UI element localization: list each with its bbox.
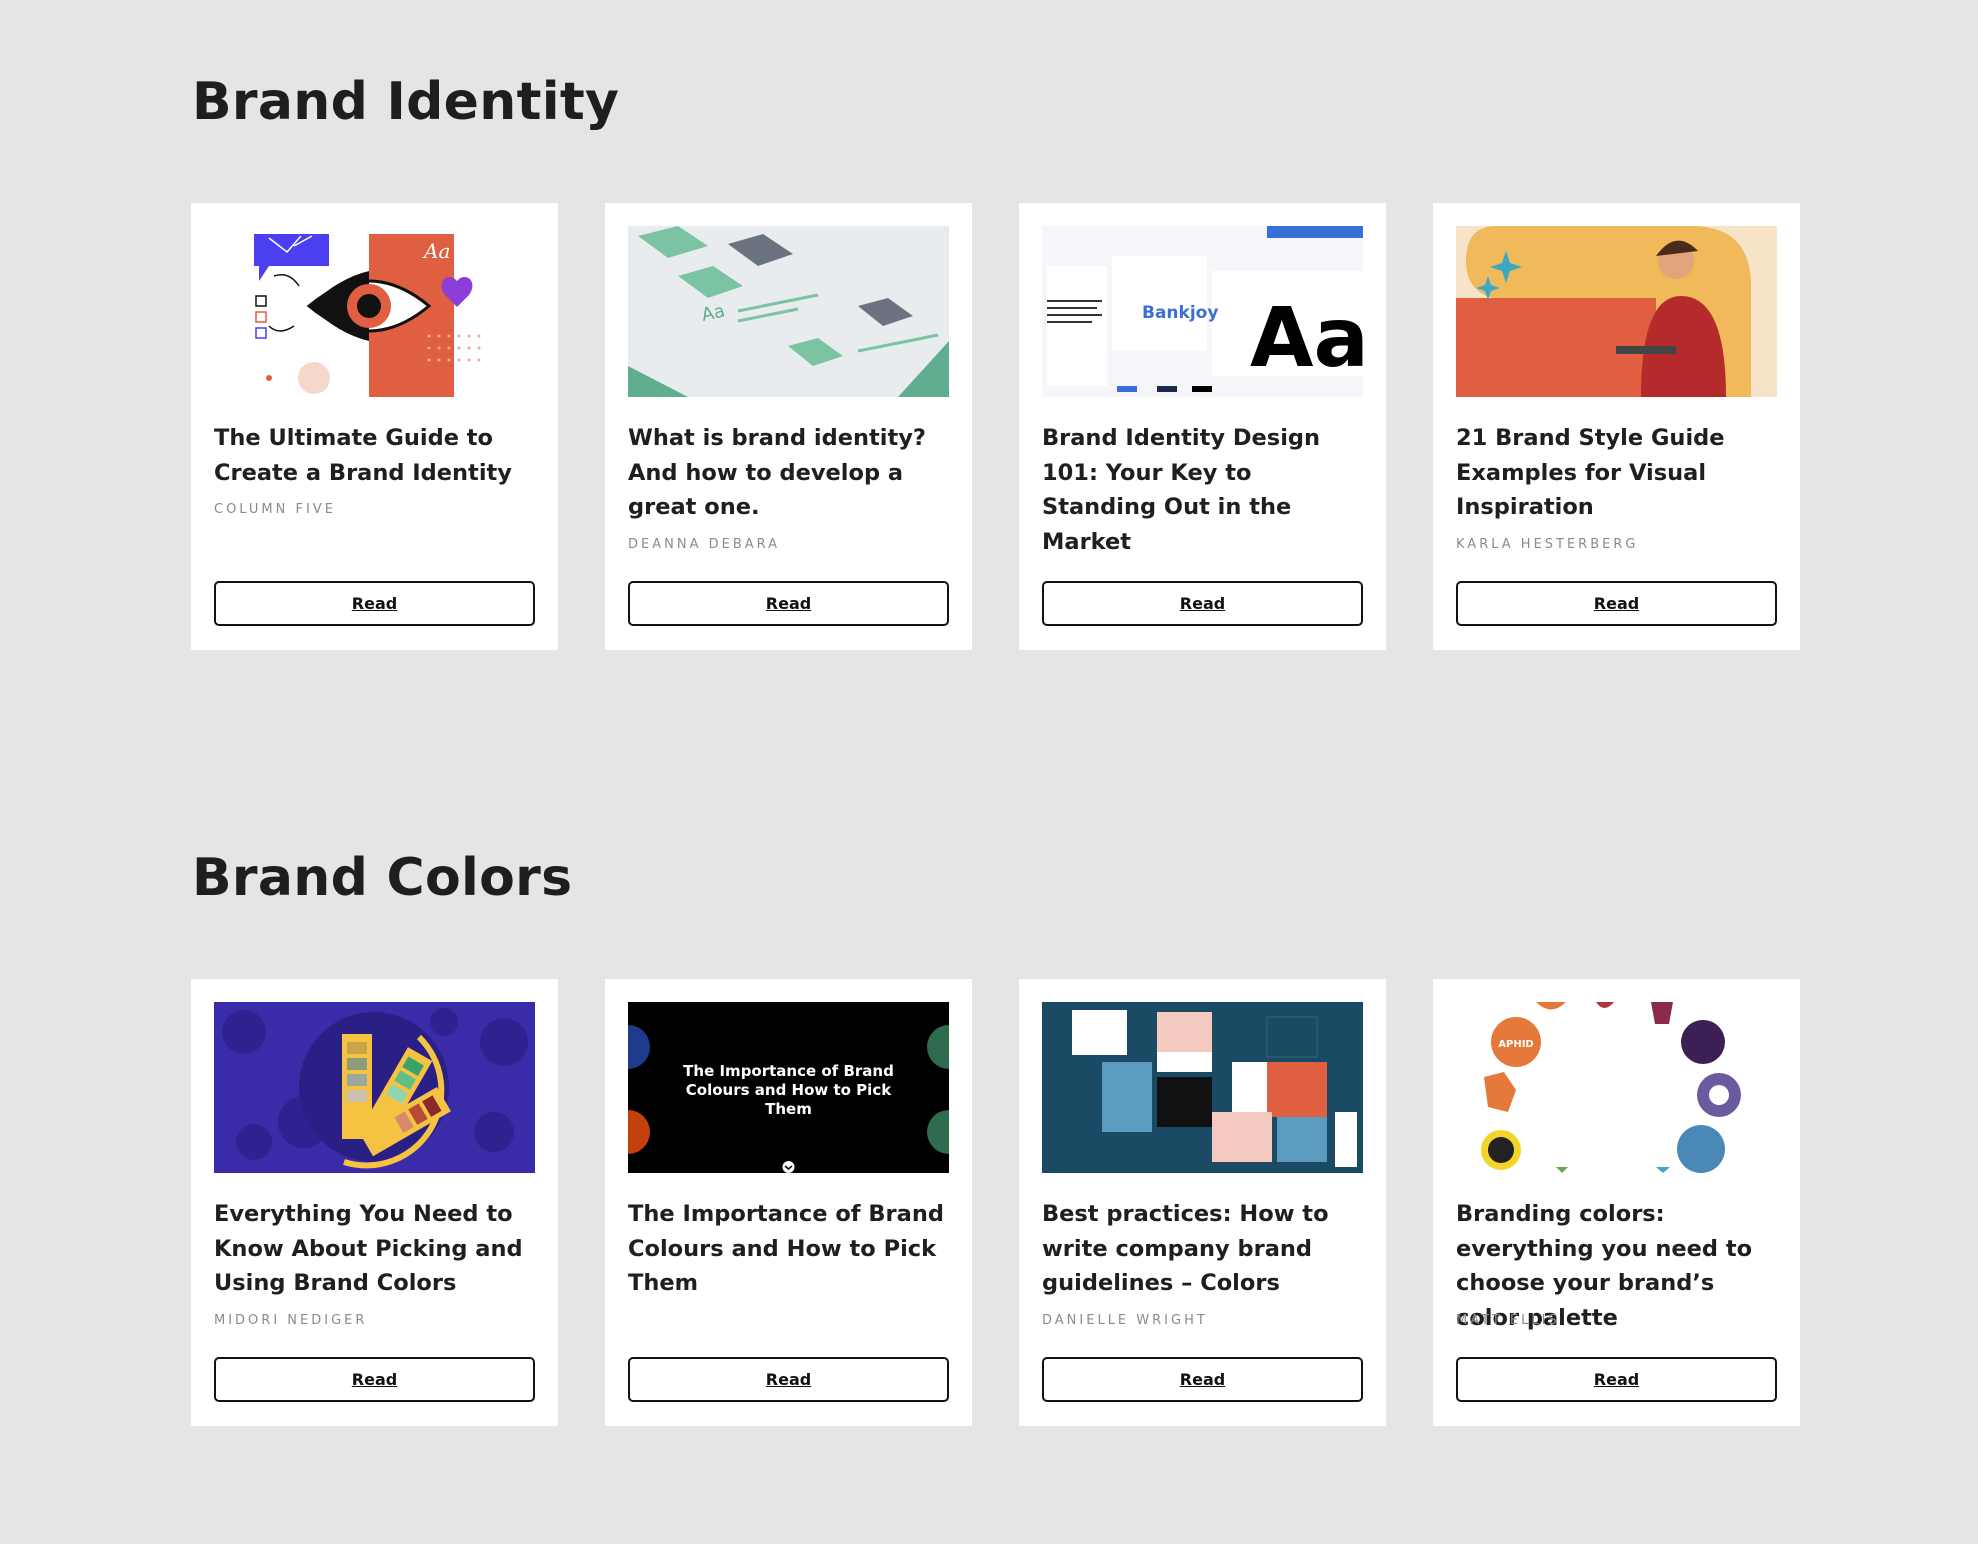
read-button[interactable]: Read [1456, 1357, 1777, 1402]
article-title[interactable]: Best practices: How to write company bra… [1042, 1197, 1367, 1301]
article-card[interactable]: APHID Branding colors: everything you ne… [1433, 979, 1800, 1426]
article-thumbnail[interactable] [1456, 226, 1777, 397]
article-author: COLUMN FIVE [214, 502, 336, 517]
article-title[interactable]: The Importance of Brand Colours and How … [628, 1197, 953, 1301]
svg-text:Them: Them [765, 1100, 812, 1118]
section-title-brand-identity: Brand Identity [192, 72, 620, 132]
brand-cards-icon [1042, 1002, 1363, 1173]
article-card[interactable]: Aa The Ultimate Guide to Create a Brand … [191, 203, 558, 650]
eye-illustration-icon: Aa [214, 226, 535, 397]
svg-text:Colours and How to Pick: Colours and How to Pick [686, 1081, 892, 1099]
bankjoy-guide-icon: Bankjoy Aa [1042, 226, 1363, 397]
article-thumbnail[interactable] [1042, 1002, 1363, 1173]
svg-text:Bankjoy: Bankjoy [1142, 303, 1218, 323]
read-button[interactable]: Read [214, 1357, 535, 1402]
svg-text:Aa: Aa [1250, 291, 1363, 386]
article-card[interactable]: The Importance of Brand Colours and How … [605, 979, 972, 1426]
article-title[interactable]: What is brand identity? And how to devel… [628, 421, 953, 525]
article-author: MATT ELLIS [1456, 1313, 1560, 1328]
svg-text:The Importance of Brand: The Importance of Brand [683, 1062, 894, 1080]
article-thumbnail[interactable]: Bankjoy Aa [1042, 226, 1363, 397]
read-button[interactable]: Read [214, 581, 535, 626]
designer-illustration-icon [1456, 226, 1777, 397]
article-card[interactable]: Aa What is brand identity? And how to de… [605, 203, 972, 650]
color-swatch-fan-icon [214, 1002, 535, 1173]
article-card[interactable]: 21 Brand Style Guide Examples for Visual… [1433, 203, 1800, 650]
article-author: KARLA HESTERBERG [1456, 537, 1639, 552]
article-thumbnail[interactable]: Aa [628, 226, 949, 397]
article-title[interactable]: 21 Brand Style Guide Examples for Visual… [1456, 421, 1781, 525]
brand-guide-paper-icon: Aa [628, 226, 949, 397]
read-button[interactable]: Read [1456, 581, 1777, 626]
article-card[interactable]: Best practices: How to write company bra… [1019, 979, 1386, 1426]
article-title[interactable]: Everything You Need to Know About Pickin… [214, 1197, 539, 1301]
article-thumbnail[interactable]: The Importance of Brand Colours and How … [628, 1002, 949, 1173]
article-thumbnail[interactable] [214, 1002, 535, 1173]
read-button[interactable]: Read [628, 581, 949, 626]
read-button[interactable]: Read [628, 1357, 949, 1402]
brand-colors-grid: Everything You Need to Know About Pickin… [191, 979, 1800, 1426]
section-title-brand-colors: Brand Colors [192, 848, 573, 908]
video-thumbnail-icon: The Importance of Brand Colours and How … [628, 1002, 949, 1173]
read-button[interactable]: Read [1042, 581, 1363, 626]
article-card[interactable]: Bankjoy Aa Brand Identity Design 101: Yo… [1019, 203, 1386, 650]
logo-collage-icon: APHID [1456, 1002, 1777, 1173]
svg-text:Aa: Aa [422, 239, 450, 263]
article-card[interactable]: Everything You Need to Know About Pickin… [191, 979, 558, 1426]
article-title[interactable]: Brand Identity Design 101: Your Key to S… [1042, 421, 1367, 559]
svg-text:APHID: APHID [1498, 1039, 1533, 1050]
article-author: DEANNA DEBARA [628, 537, 781, 552]
article-thumbnail[interactable]: Aa [214, 226, 535, 397]
article-title[interactable]: The Ultimate Guide to Create a Brand Ide… [214, 421, 539, 490]
read-button[interactable]: Read [1042, 1357, 1363, 1402]
brand-identity-grid: Aa The Ultimate Guide to Create a Brand … [191, 203, 1800, 650]
article-author: MIDORI NEDIGER [214, 1313, 368, 1328]
article-thumbnail[interactable]: APHID [1456, 1002, 1777, 1173]
article-author: DANIELLE WRIGHT [1042, 1313, 1208, 1328]
